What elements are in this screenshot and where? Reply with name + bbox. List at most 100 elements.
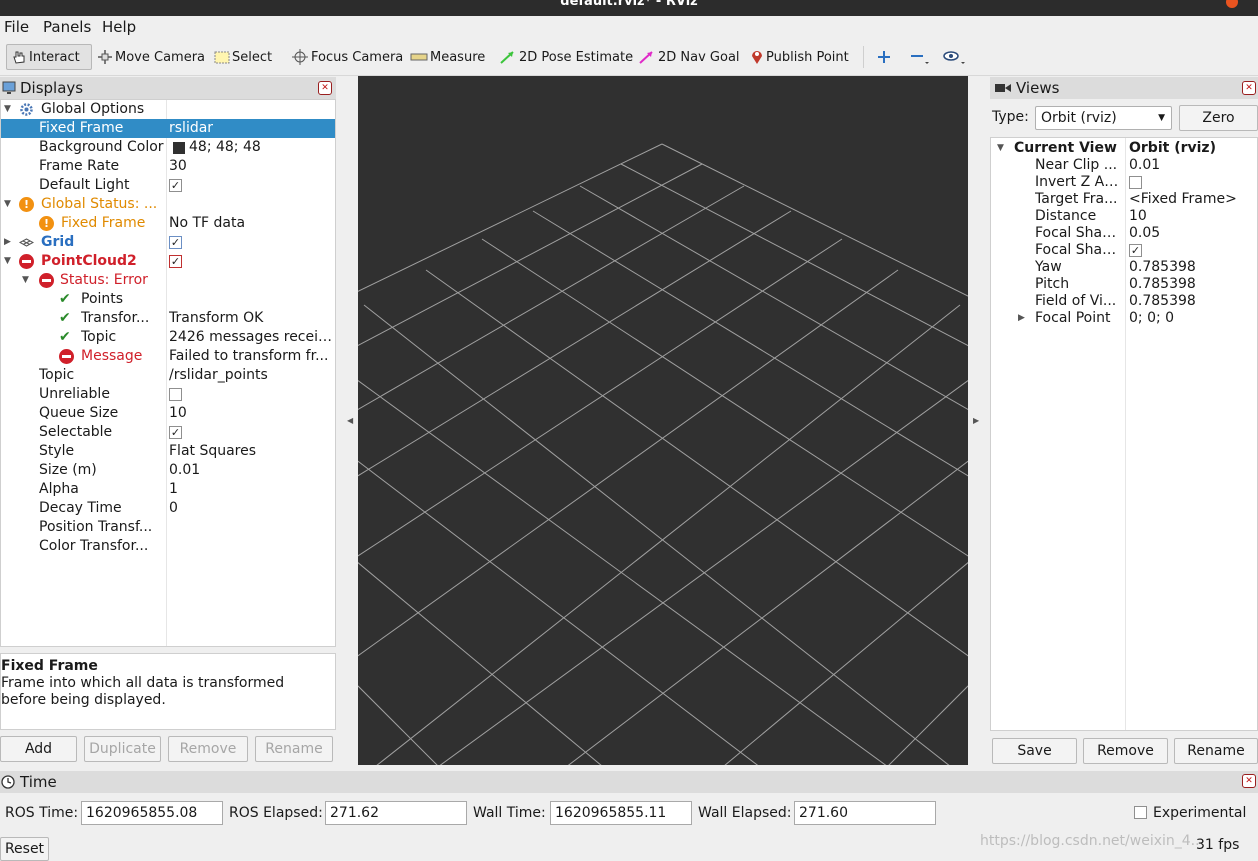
tree-row-global-options[interactable]: ▼ Global Options [1, 100, 335, 119]
menu-panels[interactable]: Panels [43, 18, 91, 36]
tree-row-fixed-frame-status[interactable]: ! Fixed Frame No TF data [1, 214, 335, 233]
tree-row-pointcloud2[interactable]: ▼ PointCloud2 ✓ [1, 252, 335, 271]
views-row-focal-shape-size[interactable]: Focal Shap... 0.05 [991, 225, 1257, 242]
tree-row-selectable[interactable]: Selectable ✓ [1, 423, 335, 442]
tree-row-points[interactable]: ✔ Points [1, 290, 335, 309]
view-type-select[interactable]: Orbit (rviz) ▼ [1035, 106, 1172, 130]
tool-2d-nav-goal[interactable]: 2D Nav Goal [634, 44, 744, 70]
tree-row-background-color[interactable]: Background Color 48; 48; 48 [1, 138, 335, 157]
tree-row-fixed-frame[interactable]: Fixed Frame rslidar [1, 119, 335, 138]
wall-time-field[interactable]: 1620965855.11 [550, 801, 692, 825]
ros-elapsed-field[interactable]: 271.62 [325, 801, 467, 825]
color-swatch[interactable] [173, 142, 185, 154]
checkbox[interactable] [169, 388, 182, 401]
view-options-button[interactable] [937, 44, 973, 70]
tree-value[interactable]: 0.785398 [1129, 293, 1196, 310]
remove-tool-button[interactable] [905, 44, 937, 70]
tool-2d-pose-estimate[interactable]: 2D Pose Estimate [495, 44, 637, 70]
tree-row-color-transformer[interactable]: Color Transfor... [1, 537, 335, 556]
expand-arrow-icon[interactable]: ▼ [22, 271, 29, 290]
checkbox[interactable] [1129, 176, 1142, 189]
remove-view-button[interactable]: Remove [1083, 738, 1168, 764]
tree-value[interactable]: 0.05 [1129, 225, 1160, 242]
window-close-icon[interactable] [1226, 0, 1238, 8]
tree-value[interactable]: Flat Squares [169, 442, 333, 461]
expand-arrow-icon[interactable]: ▼ [4, 252, 11, 271]
wall-elapsed-field[interactable]: 271.60 [794, 801, 936, 825]
views-row-invert-z[interactable]: Invert Z Axis [991, 174, 1257, 191]
tree-value[interactable]: 0.785398 [1129, 259, 1196, 276]
expand-arrow-icon[interactable]: ▼ [997, 140, 1004, 157]
render-viewport[interactable] [337, 76, 989, 797]
tree-row-grid[interactable]: ▶ Grid ✓ [1, 233, 335, 252]
tree-row-position-transformer[interactable]: Position Transf... [1, 518, 335, 537]
tree-row-status-error[interactable]: ▼ Status: Error [1, 271, 335, 290]
checkbox[interactable]: ✓ [169, 426, 182, 439]
views-row-focal-shape-fixed[interactable]: Focal Shap... ✓ [991, 242, 1257, 259]
rename-display-button[interactable]: Rename [255, 736, 333, 762]
reset-button[interactable]: Reset [0, 837, 49, 861]
views-row-near-clip[interactable]: Near Clip ... 0.01 [991, 157, 1257, 174]
checkbox[interactable]: ✓ [169, 236, 182, 249]
tree-row-queue-size[interactable]: Queue Size 10 [1, 404, 335, 423]
views-row-field-of-view[interactable]: Field of Vi... 0.785398 [991, 293, 1257, 310]
collapse-arrow-icon[interactable]: ▶ [1018, 310, 1025, 327]
right-splitter-arrow-icon[interactable]: ▶ [973, 416, 979, 425]
tree-value[interactable]: /rslidar_points [169, 366, 333, 385]
tree-row-size[interactable]: Size (m) 0.01 [1, 461, 335, 480]
left-splitter-arrow-icon[interactable]: ◀ [347, 416, 353, 425]
ros-time-field[interactable]: 1620965855.08 [81, 801, 223, 825]
displays-close-icon[interactable] [318, 81, 332, 95]
tool-focus-camera[interactable]: Focus Camera [287, 44, 407, 70]
tree-row-decay-time[interactable]: Decay Time 0 [1, 499, 335, 518]
views-row-distance[interactable]: Distance 10 [991, 208, 1257, 225]
tree-value[interactable]: rslidar [169, 119, 333, 138]
views-row-pitch[interactable]: Pitch 0.785398 [991, 276, 1257, 293]
tree-value[interactable]: 10 [1129, 208, 1147, 225]
tree-row-transform[interactable]: ✔ Transfor... Transform OK [1, 309, 335, 328]
tree-value[interactable]: 0.01 [169, 461, 333, 480]
tree-value[interactable]: 1 [169, 480, 333, 499]
tool-move-camera[interactable]: Move Camera [93, 44, 209, 70]
remove-display-button[interactable]: Remove [168, 736, 248, 762]
tree-row-topic[interactable]: Topic /rslidar_points [1, 366, 335, 385]
tree-row-message[interactable]: Message Failed to transform fr... [1, 347, 335, 366]
tree-value[interactable]: 0 [169, 499, 333, 518]
tree-row-unreliable[interactable]: Unreliable [1, 385, 335, 404]
views-row-target-frame[interactable]: Target Fra... <Fixed Frame> [991, 191, 1257, 208]
add-tool-button[interactable] [872, 44, 898, 70]
tree-row-style[interactable]: Style Flat Squares [1, 442, 335, 461]
views-row-yaw[interactable]: Yaw 0.785398 [991, 259, 1257, 276]
rename-view-button[interactable]: Rename [1174, 738, 1258, 764]
tool-interact[interactable]: Interact [6, 44, 92, 70]
tool-publish-point[interactable]: Publish Point [746, 44, 853, 70]
tree-row-topic-status[interactable]: ✔ Topic 2426 messages receiv... [1, 328, 335, 347]
tree-value[interactable]: 0; 0; 0 [1129, 310, 1174, 327]
tree-value[interactable]: <Fixed Frame> [1129, 191, 1237, 208]
tool-select[interactable]: Select [210, 44, 276, 70]
zero-view-button[interactable]: Zero [1179, 105, 1258, 131]
expand-arrow-icon[interactable]: ▼ [4, 195, 11, 214]
tree-value[interactable]: 10 [169, 404, 333, 423]
tree-row-global-status[interactable]: ▼ ! Global Status: ... [1, 195, 335, 214]
tree-value[interactable]: 0.01 [1129, 157, 1160, 174]
checkbox[interactable]: ✓ [169, 179, 182, 192]
expand-arrow-icon[interactable]: ▼ [4, 100, 11, 119]
tool-measure[interactable]: Measure [406, 44, 489, 70]
experimental-checkbox[interactable] [1134, 806, 1147, 819]
tree-row-alpha[interactable]: Alpha 1 [1, 480, 335, 499]
views-row-current-view[interactable]: ▼ Current View Orbit (rviz) [991, 140, 1257, 157]
duplicate-display-button[interactable]: Duplicate [84, 736, 161, 762]
tree-row-default-light[interactable]: Default Light ✓ [1, 176, 335, 195]
time-close-icon[interactable] [1242, 774, 1256, 788]
views-row-focal-point[interactable]: ▶ Focal Point 0; 0; 0 [991, 310, 1257, 327]
save-view-button[interactable]: Save [992, 738, 1077, 764]
menu-help[interactable]: Help [102, 18, 136, 36]
collapse-arrow-icon[interactable]: ▶ [4, 233, 11, 252]
checkbox[interactable]: ✓ [1129, 244, 1142, 257]
add-display-button[interactable]: Add [0, 736, 77, 762]
tree-value[interactable]: 48; 48; 48 [189, 138, 335, 157]
tree-value[interactable]: 0.785398 [1129, 276, 1196, 293]
tree-value[interactable]: 30 [169, 157, 333, 176]
views-close-icon[interactable] [1242, 81, 1256, 95]
